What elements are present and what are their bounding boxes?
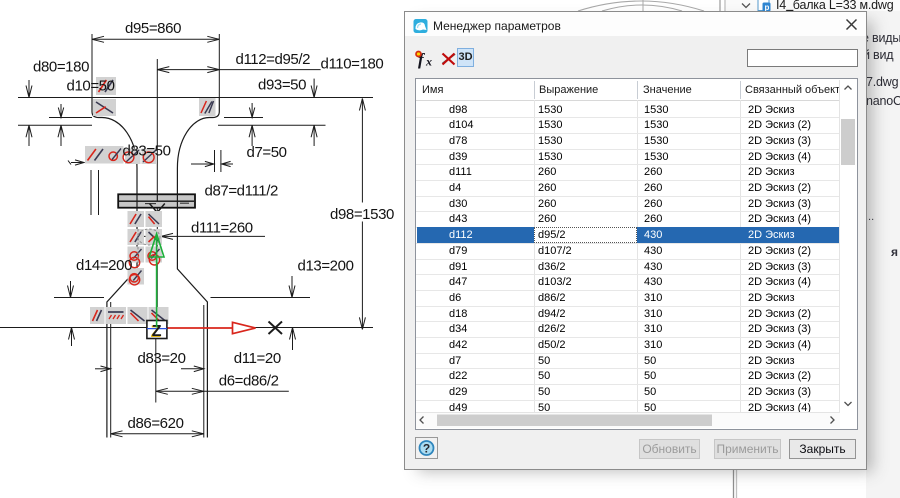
svg-text:d83=50: d83=50 <box>123 143 171 160</box>
svg-text:я: я <box>891 245 898 259</box>
svg-text:d87=d111/2: d87=d111/2 <box>205 183 278 200</box>
svg-text:nanoCAD: nanoCAD <box>866 94 900 108</box>
svg-text:d11=20: d11=20 <box>234 350 281 367</box>
svg-text:d93=50: d93=50 <box>258 77 306 94</box>
svg-text:d95=860: d95=860 <box>125 20 181 37</box>
svg-text:d98=1530: d98=1530 <box>330 206 394 223</box>
svg-text:?: ? <box>422 442 429 456</box>
svg-text:d80=180: d80=180 <box>33 59 89 76</box>
svg-text:е виды: е виды <box>862 31 900 45</box>
svg-text:d110=180: d110=180 <box>321 56 384 73</box>
svg-text:d13=200: d13=200 <box>298 258 354 275</box>
svg-text:7.dwg: 7.dwg <box>866 75 899 89</box>
svg-text:d111=260: d111=260 <box>191 220 253 237</box>
svg-text:d86=620: d86=620 <box>128 415 184 432</box>
svg-text:x: x <box>425 55 432 69</box>
svg-text:d14=200: d14=200 <box>76 257 132 274</box>
svg-text:d7=50: d7=50 <box>247 144 287 161</box>
svg-text:d83=20: d83=20 <box>138 350 186 367</box>
svg-text:d112=d95/2: d112=d95/2 <box>236 51 311 68</box>
svg-text:й вид: й вид <box>863 48 894 62</box>
svg-text:d10=50: d10=50 <box>67 78 115 95</box>
svg-text:d6=d86/2: d6=d86/2 <box>219 373 279 390</box>
